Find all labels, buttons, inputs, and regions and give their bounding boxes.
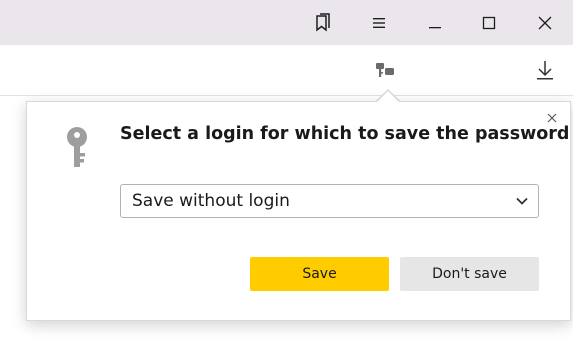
menu-button[interactable] (352, 0, 406, 45)
title-bar (0, 0, 573, 45)
close-icon (538, 16, 552, 29)
save-button[interactable]: Save (250, 257, 389, 291)
download-icon (537, 61, 553, 80)
popup-title: Select a login for which to save the pas… (120, 124, 570, 144)
password-key-icon (376, 63, 394, 77)
save-password-popup: Select a login for which to save the pas… (26, 101, 571, 321)
login-select-value: Save without login (132, 191, 290, 211)
downloads-button[interactable] (527, 53, 563, 87)
bookmarks-button[interactable] (296, 0, 350, 45)
menu-icon (373, 17, 385, 28)
maximize-button[interactable] (462, 0, 516, 45)
popup-arrow-inner (377, 91, 399, 102)
close-window-button[interactable] (518, 0, 572, 45)
dont-save-button[interactable]: Don't save (400, 257, 539, 291)
bookmarks-icon (316, 12, 330, 32)
minimize-icon (429, 26, 441, 28)
minimize-button[interactable] (408, 0, 462, 45)
maximize-icon (482, 16, 496, 29)
close-icon (547, 113, 557, 123)
key-icon (67, 127, 87, 167)
login-select[interactable]: Save without login (120, 184, 539, 218)
password-manager-button[interactable] (367, 53, 403, 87)
chevron-down-icon (516, 197, 528, 205)
browser-toolbar (0, 45, 573, 96)
